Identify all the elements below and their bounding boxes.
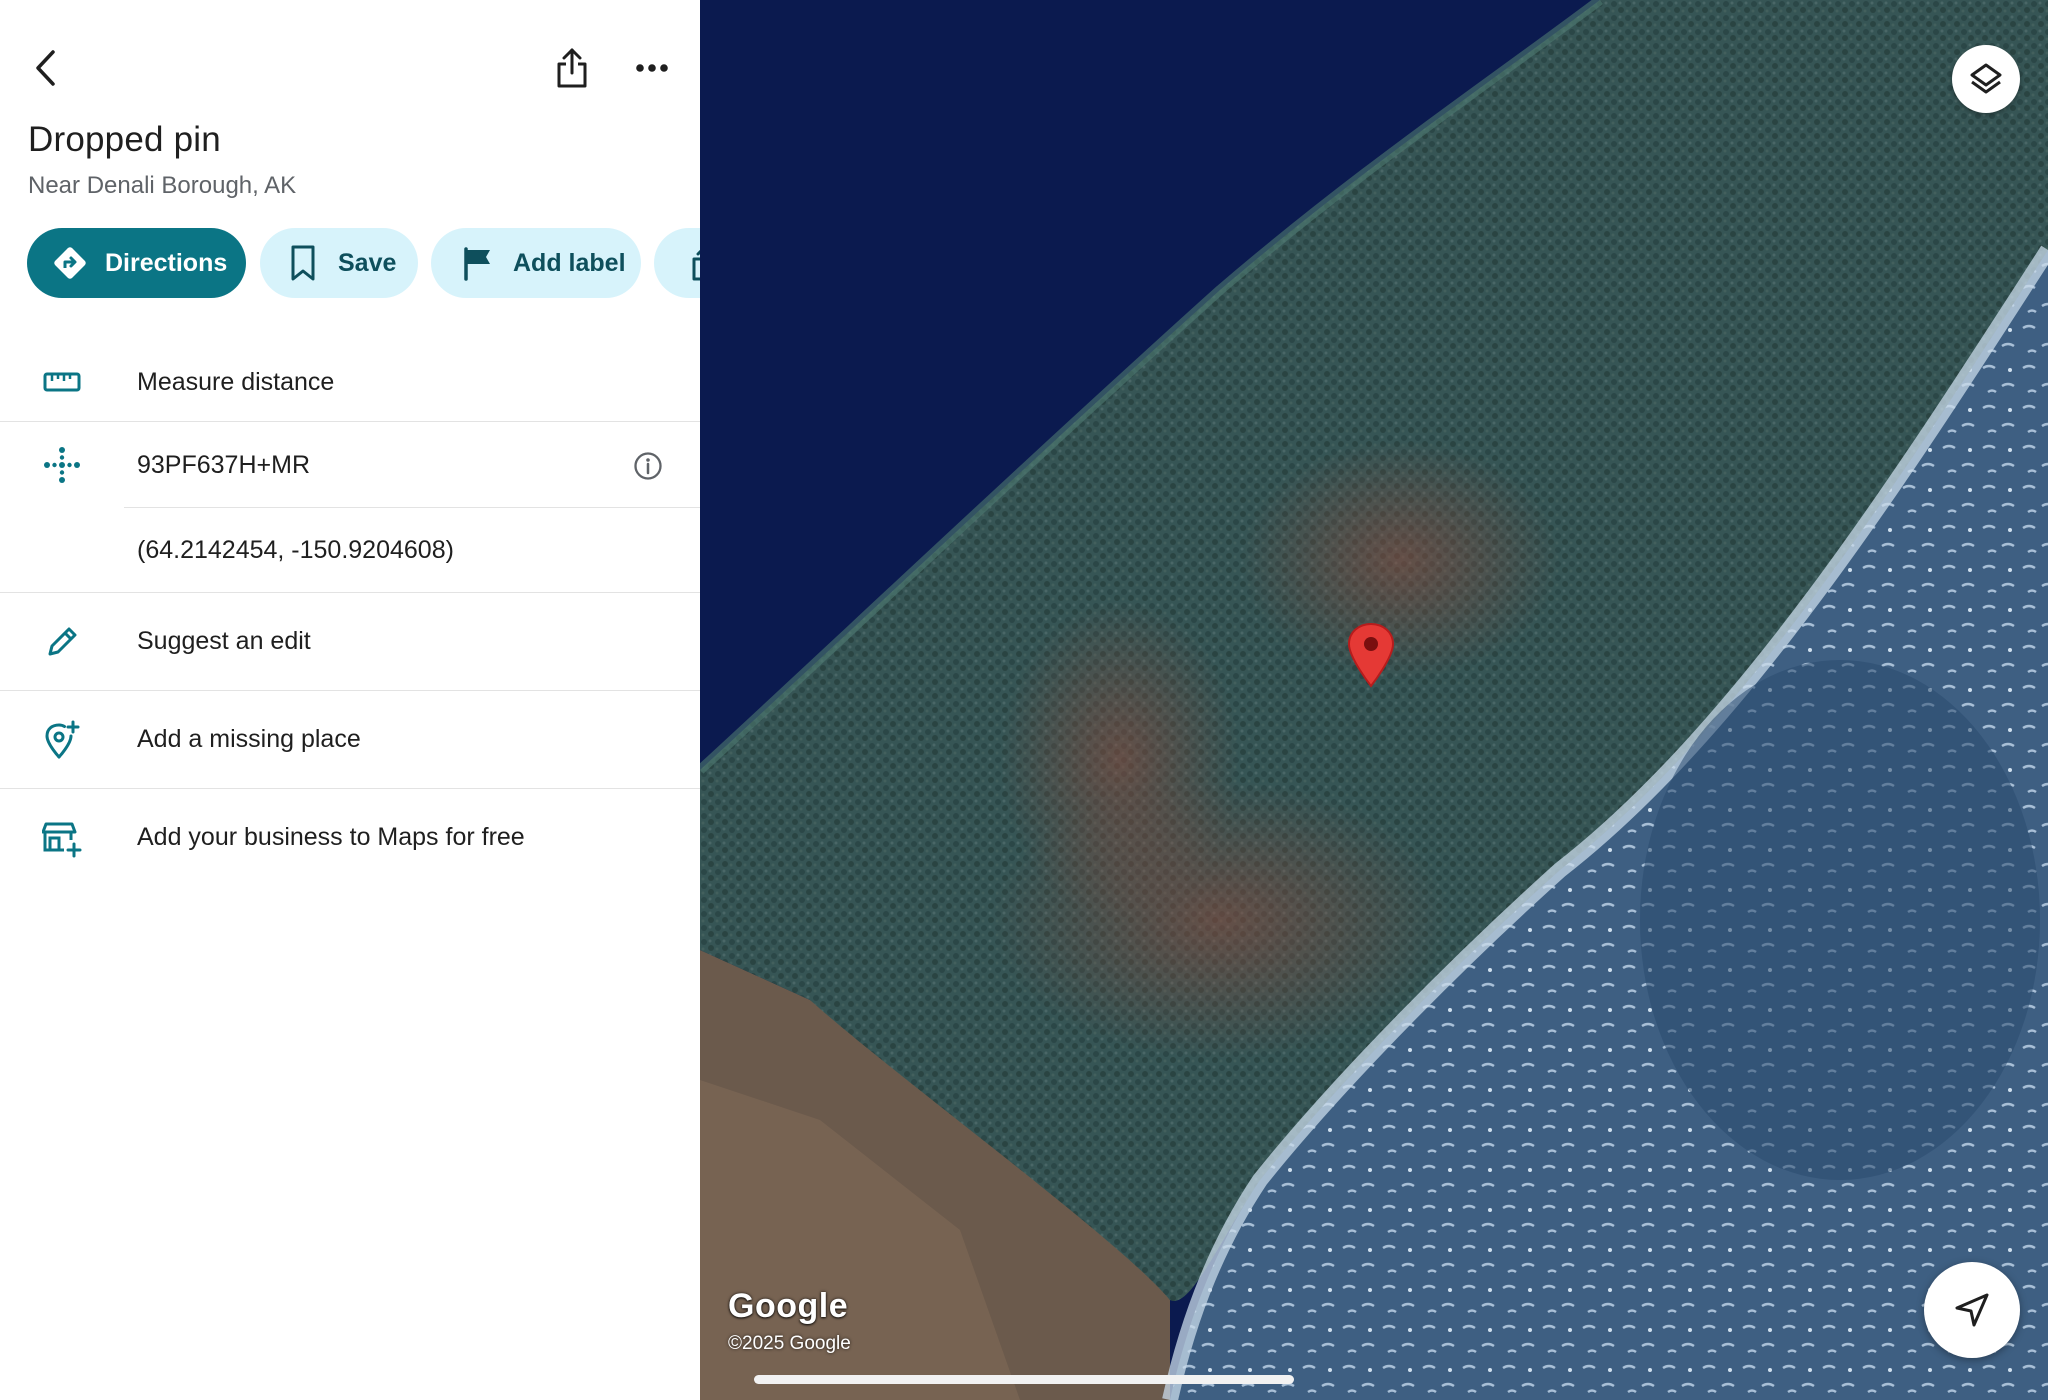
share-icon bbox=[557, 48, 587, 88]
add-business-icon bbox=[38, 814, 86, 862]
add-business-row[interactable]: Add your business to Maps for free bbox=[0, 789, 700, 886]
place-subtitle: Near Denali Borough, AK bbox=[28, 172, 297, 199]
plus-code-icon bbox=[38, 441, 86, 489]
suggest-edit-row[interactable]: Suggest an edit bbox=[0, 593, 700, 690]
save-button[interactable]: Save bbox=[260, 228, 418, 298]
my-location-button[interactable] bbox=[1924, 1262, 2020, 1358]
info-button[interactable] bbox=[630, 448, 666, 484]
coordinates-value: (64.2142454, -150.9204608) bbox=[137, 535, 454, 564]
directions-label: Directions bbox=[105, 248, 228, 277]
map-copyright: ©2025 Google bbox=[728, 1333, 851, 1354]
dropped-pin-marker[interactable] bbox=[1347, 622, 1395, 688]
add-business-label: Add your business to Maps for free bbox=[137, 823, 525, 851]
action-chips: Directions Save Add label bbox=[27, 228, 700, 298]
home-indicator[interactable] bbox=[754, 1375, 1294, 1384]
share-chip-button[interactable] bbox=[654, 228, 700, 298]
more-horizontal-icon bbox=[636, 64, 668, 72]
map-pin-icon bbox=[1347, 622, 1395, 688]
chevron-left-icon bbox=[36, 50, 55, 86]
panel-header bbox=[0, 0, 700, 130]
more-options-button[interactable] bbox=[624, 38, 680, 98]
add-missing-place-label: Add a missing place bbox=[137, 725, 361, 753]
map-layers-button[interactable] bbox=[1952, 45, 2020, 113]
place-title: Dropped pin bbox=[28, 120, 221, 159]
bookmark-icon bbox=[282, 242, 324, 284]
add-location-icon bbox=[38, 716, 86, 764]
add-label-label: Add label bbox=[513, 248, 626, 277]
satellite-map[interactable]: Google ©2025 Google bbox=[700, 0, 2048, 1400]
plus-code-value: 93PF637H+MR bbox=[137, 450, 310, 479]
info-icon bbox=[634, 452, 662, 480]
satellite-imagery bbox=[700, 0, 2048, 1400]
place-details-panel: Dropped pin Near Denali Borough, AK Dire… bbox=[0, 0, 700, 1400]
suggest-edit-label: Suggest an edit bbox=[137, 627, 311, 655]
google-logo: Google bbox=[728, 1287, 849, 1325]
coordinates-row[interactable]: (64.2142454, -150.9204608) bbox=[0, 508, 700, 592]
back-button[interactable] bbox=[18, 40, 74, 96]
pencil-icon bbox=[38, 618, 86, 666]
ruler-icon bbox=[38, 358, 86, 406]
directions-icon bbox=[49, 242, 91, 284]
layers-icon bbox=[1970, 63, 2002, 94]
measure-distance-row[interactable]: Measure distance bbox=[0, 342, 700, 422]
share-icon bbox=[684, 242, 700, 284]
add-missing-place-row[interactable]: Add a missing place bbox=[0, 691, 700, 788]
navigation-arrow-icon bbox=[1955, 1293, 1989, 1327]
measure-distance-label: Measure distance bbox=[137, 367, 335, 396]
add-label-button[interactable]: Add label bbox=[431, 228, 641, 298]
share-button[interactable] bbox=[544, 38, 600, 98]
plus-code-row[interactable]: 93PF637H+MR bbox=[0, 422, 700, 508]
directions-button[interactable]: Directions bbox=[27, 228, 246, 298]
flag-icon bbox=[457, 242, 499, 284]
save-label: Save bbox=[338, 248, 397, 277]
